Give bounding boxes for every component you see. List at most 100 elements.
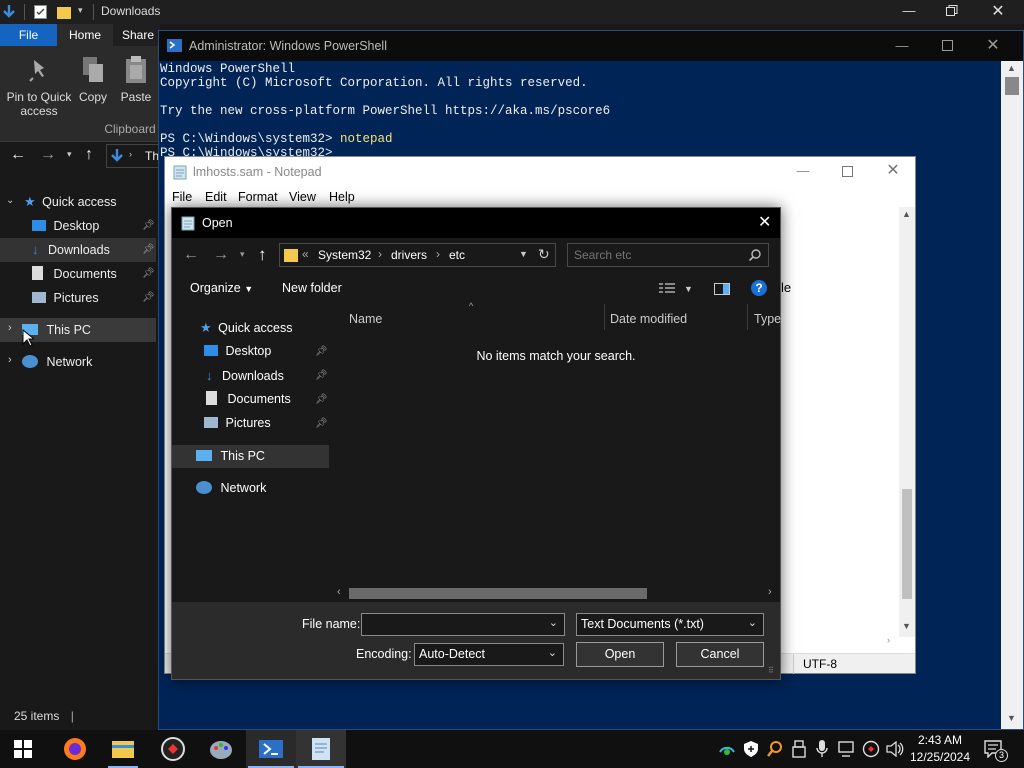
scroll-right-icon[interactable]: › — [768, 586, 772, 598]
scroll-right-icon[interactable]: › — [887, 635, 890, 645]
expand-chevron-icon[interactable]: › — [8, 354, 12, 366]
notepad-minimize-button[interactable]: — — [780, 163, 826, 178]
column-type[interactable]: Type — [754, 312, 781, 326]
new-folder-icon[interactable] — [57, 5, 71, 19]
tab-share[interactable]: Share — [113, 24, 163, 46]
pin-icon[interactable]: 📌︎ — [142, 262, 155, 286]
file-explorer-icon[interactable] — [110, 736, 136, 762]
usb-device-icon[interactable] — [792, 740, 806, 758]
open-file-dialog[interactable]: Open ✕ ← → ▾ ↑ « System32 › drivers › et… — [171, 207, 781, 680]
nav-item-desktop[interactable]: Desktop 📌︎ — [32, 214, 156, 238]
view-options-icon[interactable] — [659, 283, 675, 295]
open-button[interactable]: Open — [576, 642, 664, 667]
properties-icon[interactable] — [34, 5, 47, 19]
dialog-nav-pictures[interactable]: Pictures 📌︎ — [172, 412, 329, 435]
breadcrumb-etc[interactable]: etc — [449, 248, 465, 262]
firefox-icon[interactable] — [62, 736, 88, 762]
explorer-restore-button[interactable] — [946, 5, 958, 17]
explorer-close-button[interactable]: ✕ — [975, 1, 1021, 21]
scroll-up-icon[interactable]: ▲ — [1007, 63, 1016, 73]
expand-chevron-icon[interactable]: › — [8, 322, 12, 334]
powershell-maximize-button[interactable] — [942, 40, 953, 51]
powershell-minimize-button[interactable]: — — [879, 38, 925, 53]
powershell-scrollbar[interactable]: ▲ ▼ — [1001, 61, 1023, 729]
powershell-close-button[interactable]: ✕ — [970, 35, 1016, 55]
tab-file[interactable]: File — [0, 24, 57, 46]
chevron-down-icon[interactable]: ▼ — [684, 284, 693, 294]
address-dropdown-icon[interactable]: ▼ — [519, 249, 528, 259]
pin-icon[interactable]: 📌︎ — [142, 238, 155, 262]
pin-to-quick-access-button[interactable]: Pin to Quick access — [2, 90, 76, 118]
resize-grip-icon[interactable]: ⠿ — [768, 666, 774, 675]
pin-icon[interactable]: 📌︎ — [142, 214, 155, 238]
organize-button[interactable]: Organize ▼ — [190, 281, 253, 295]
scroll-left-icon[interactable]: ‹ — [337, 586, 341, 598]
pin-icon[interactable]: 📌︎ — [315, 340, 328, 363]
pin-icon[interactable]: 📌︎ — [315, 364, 328, 387]
back-arrow-icon[interactable]: ← — [10, 146, 26, 164]
dialog-nav-downloads[interactable]: ↓ Downloads 📌︎ — [172, 364, 329, 387]
recent-locations-icon[interactable]: ▾ — [240, 249, 245, 260]
menu-view[interactable]: View — [289, 190, 316, 204]
scroll-thumb[interactable] — [349, 588, 647, 599]
up-arrow-icon[interactable]: ↑ — [85, 146, 93, 164]
pin-icon[interactable]: 📌︎ — [315, 388, 328, 411]
nav-item-downloads[interactable]: ↓ Downloads 📌︎ — [0, 238, 156, 262]
tab-home[interactable]: Home — [57, 24, 113, 46]
chevron-down-icon[interactable]: ⌄ — [549, 616, 558, 629]
app-tray-icon[interactable] — [862, 740, 880, 758]
breadcrumb-drivers[interactable]: drivers — [391, 248, 427, 262]
paste-button[interactable]: Paste — [116, 90, 156, 104]
pin-icon[interactable]: 📌︎ — [142, 286, 155, 310]
scroll-up-icon[interactable]: ▲ — [902, 209, 911, 219]
breadcrumb-system32[interactable]: System32 — [318, 248, 371, 262]
menu-file[interactable]: File — [172, 190, 192, 204]
display-icon[interactable] — [838, 741, 856, 757]
scroll-down-icon[interactable]: ▼ — [1007, 713, 1016, 723]
column-name[interactable]: Name — [349, 312, 382, 326]
file-list-horizontal-scrollbar[interactable]: ‹ › — [332, 584, 780, 602]
new-folder-button[interactable]: New folder — [282, 281, 342, 295]
expand-chevron-icon[interactable]: ⌄ — [6, 195, 14, 206]
nav-item-network[interactable]: Network — [22, 350, 156, 374]
file-type-select[interactable]: Text Documents (*.txt) ⌄ — [576, 613, 764, 636]
microphone-icon[interactable] — [816, 740, 828, 758]
search-input[interactable] — [574, 247, 744, 263]
notepad-vertical-scrollbar[interactable]: ▲ ▼ — [899, 207, 915, 637]
back-arrow-icon[interactable]: ← — [183, 246, 199, 264]
search-icon[interactable] — [749, 249, 761, 261]
file-list[interactable]: ^ Name Date modified Type No items match… — [332, 301, 781, 602]
copy-button[interactable]: Copy — [76, 90, 110, 104]
recent-locations-icon[interactable]: ▾ — [67, 149, 72, 160]
address-segment[interactable]: Th — [145, 149, 159, 163]
paint-icon[interactable] — [208, 736, 234, 762]
notepad-close-button[interactable]: ✕ — [870, 160, 916, 180]
file-name-combobox[interactable]: ⌄ — [361, 613, 565, 636]
scroll-thumb[interactable] — [902, 489, 912, 599]
menu-help[interactable]: Help — [329, 190, 355, 204]
chevron-down-icon[interactable]: ⌄ — [748, 616, 757, 629]
copy-icon[interactable] — [82, 56, 104, 84]
forward-arrow-icon[interactable]: → — [40, 146, 56, 164]
security-shield-icon[interactable] — [743, 740, 759, 758]
encoding-select[interactable]: Auto-Detect ⌄ — [414, 643, 564, 666]
preview-pane-icon[interactable] — [714, 283, 730, 295]
clock-time[interactable]: 2:43 AM — [900, 733, 980, 747]
explorer-minimize-button[interactable]: — — [886, 3, 932, 18]
chevron-down-icon[interactable]: ⌄ — [548, 646, 557, 659]
dialog-nav-documents[interactable]: Documents 📌︎ — [172, 388, 329, 411]
dialog-nav-quick-access[interactable]: ★ Quick access — [172, 316, 329, 339]
scroll-down-icon[interactable]: ▼ — [902, 621, 911, 631]
column-date-modified[interactable]: Date modified — [610, 312, 687, 326]
dialog-nav-network[interactable]: Network — [172, 477, 329, 500]
dialog-close-button[interactable]: ✕ — [758, 212, 771, 232]
breadcrumb[interactable]: « System32 › drivers › etc ▼ ↻ — [279, 243, 556, 267]
dialog-nav-this-pc[interactable]: This PC — [172, 445, 329, 468]
powershell-icon[interactable] — [258, 736, 284, 762]
up-arrow-icon[interactable]: ↑ — [258, 245, 267, 265]
cancel-button[interactable]: Cancel — [676, 642, 764, 667]
nav-item-quick-access[interactable]: ★ Quick access — [24, 190, 156, 214]
network-tray-icon[interactable] — [718, 740, 736, 756]
clock-date[interactable]: 12/25/2024 — [900, 750, 980, 764]
app-icon[interactable] — [160, 736, 186, 762]
